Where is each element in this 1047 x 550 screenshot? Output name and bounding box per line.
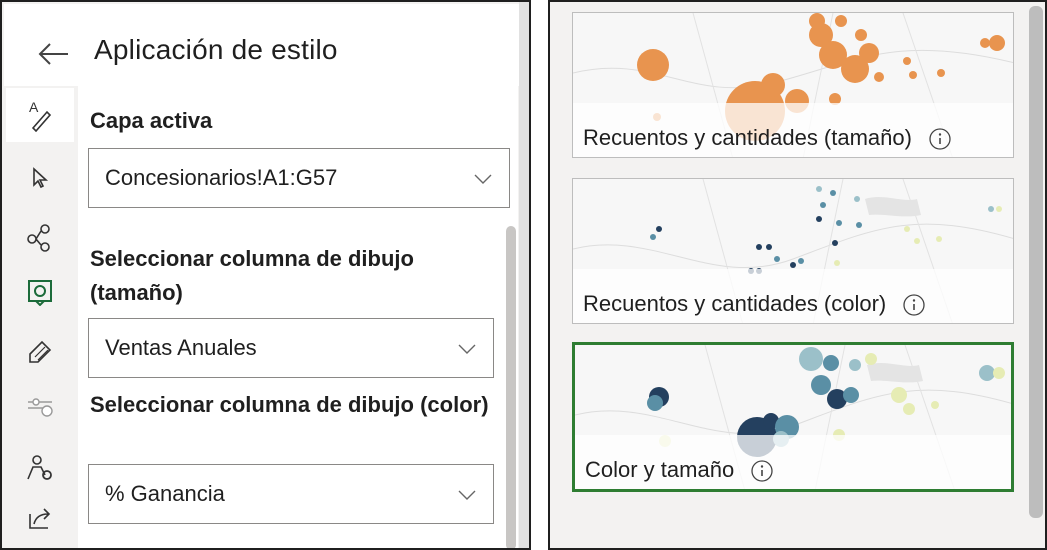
svg-text:A: A [29,99,39,115]
size-column-label: Seleccionar columna de dibujo (tamaño) [90,246,414,305]
style-card-color[interactable]: Recuentos y cantidades (color) [572,178,1014,324]
tag-icon[interactable] [22,334,58,370]
style-gallery: Recuentos y cantidades (tamaño) Recuento… [548,0,1047,550]
color-column-value: % Ganancia [105,481,225,506]
active-layer-dropdown[interactable]: Concesionarios!A1:G57 [88,148,510,208]
color-column-label: Seleccionar columna de dibujo (color) [90,392,489,417]
style-icon[interactable]: A [6,88,74,142]
time-slider-icon[interactable] [22,388,58,424]
style-options: Capa activa Concesionarios!A1:G57 Selecc… [78,86,518,548]
size-column-dropdown[interactable]: Ventas Anuales [88,318,494,378]
back-arrow-icon[interactable] [34,34,74,74]
panel-scrollbar[interactable] [506,226,516,548]
column-settings: Seleccionar columna de dibujo (tamaño) V… [78,222,518,548]
info-icon[interactable] [928,127,952,151]
card-title: Color y tamaño [585,457,774,483]
chevron-down-icon [458,490,476,500]
color-column-dropdown[interactable]: % Ganancia [88,464,494,524]
card-title-text: Recuentos y cantidades (color) [583,291,887,316]
gear-shield-icon[interactable] [22,274,58,310]
nodes-icon[interactable] [22,220,58,256]
icon-rail: A [4,86,76,548]
card-title: Recuentos y cantidades (color) [583,291,926,317]
panel-edge [519,2,529,548]
card-title: Recuentos y cantidades (tamaño) [583,125,952,151]
size-column-value: Ventas Anuales [105,335,257,360]
person-settings-icon[interactable] [22,450,58,486]
chevron-down-icon [474,174,492,184]
panel-title: Aplicación de estilo [94,34,338,65]
panel-header: Aplicación de estilo [4,4,524,86]
active-layer-value: Concesionarios!A1:G57 [105,165,338,190]
chevron-down-icon [458,344,476,354]
card-title-text: Recuentos y cantidades (tamaño) [583,125,912,150]
share-icon[interactable] [22,500,58,536]
info-icon[interactable] [902,293,926,317]
style-card-size[interactable]: Recuentos y cantidades (tamaño) [572,12,1014,158]
info-icon[interactable] [750,459,774,483]
cursor-icon[interactable] [22,160,58,196]
gallery-scrollbar[interactable] [1029,6,1043,518]
style-card-color-size[interactable]: Color y tamaño [572,342,1014,492]
card-title-text: Color y tamaño [585,457,735,482]
active-layer-label: Capa activa [90,108,213,133]
active-layer-section: Capa activa Concesionarios!A1:G57 [78,86,518,218]
styling-panel: Aplicación de estilo A Capa activa Conce… [0,0,531,550]
